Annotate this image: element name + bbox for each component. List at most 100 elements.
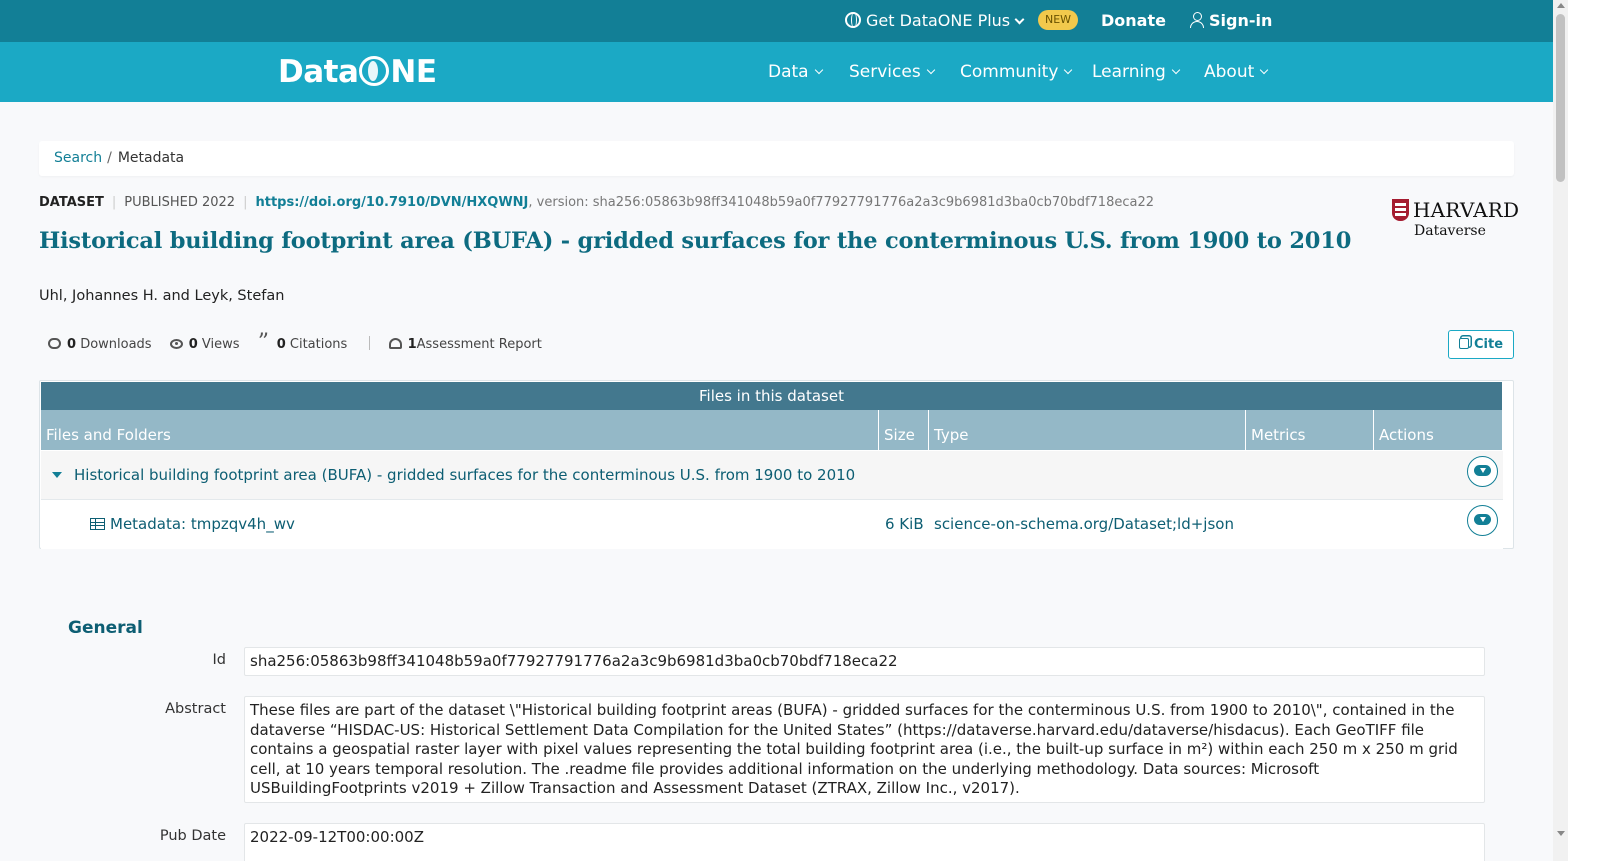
views-metric[interactable]: 0 Views <box>169 337 240 352</box>
logo-text-left: Data <box>278 54 359 90</box>
file-name-cell[interactable]: Metadata: tmpzqv4h_wv <box>90 500 295 549</box>
doi-link[interactable]: https://doi.org/10.7910/DVN/HXQWNJ <box>255 195 528 210</box>
harvard-dataverse-logo[interactable]: HARVARD Dataverse <box>1392 198 1520 241</box>
plus-label: Get DataONE Plus <box>866 11 1011 30</box>
chevron-down-icon <box>1014 14 1025 25</box>
scroll-down-arrow-icon[interactable] <box>1557 831 1565 836</box>
file-size: 6 KiB <box>885 515 924 533</box>
caret-down-icon[interactable] <box>52 472 62 478</box>
column-header-files: Files and Folders <box>41 410 879 450</box>
dataset-title: Historical building footprint area (BUFA… <box>39 228 1352 254</box>
assessment-label: Assessment Report <box>416 337 542 352</box>
donate-link[interactable]: Donate <box>1101 0 1166 42</box>
sign-in-label: Sign-in <box>1209 11 1273 30</box>
published-year: PUBLISHED 2022 <box>124 195 236 210</box>
nav-about-label: About <box>1204 62 1255 82</box>
chevron-down-icon <box>814 65 823 75</box>
column-header-type: Type <box>929 410 1246 450</box>
id-label: Id <box>212 652 226 668</box>
breadcrumb: Search / Metadata <box>39 141 1514 176</box>
repository-name: HARVARD <box>1413 198 1520 222</box>
page: Get DataONE Plus NEW Donate Sign-in Data… <box>0 0 1600 861</box>
table-icon <box>90 518 105 530</box>
get-dataone-plus-menu[interactable]: Get DataONE Plus <box>845 0 1025 42</box>
version-id: sha256:05863b98ff341048b59a0f77927791776… <box>592 195 1155 210</box>
repository-sub: Dataverse <box>1414 223 1486 239</box>
metrics-divider <box>369 336 371 350</box>
meta-divider: | <box>111 195 117 210</box>
column-header-actions: Actions <box>1374 410 1502 450</box>
chevron-down-icon <box>926 65 935 75</box>
id-value: sha256:05863b98ff341048b59a0f77927791776… <box>244 647 1485 676</box>
eye-icon <box>169 339 183 349</box>
downloads-count: 0 <box>67 337 77 352</box>
column-header-metrics: Metrics <box>1246 410 1374 450</box>
nav-community[interactable]: Community <box>960 42 1073 102</box>
breadcrumb-current: Metadata <box>117 150 185 166</box>
cite-button[interactable]: Cite <box>1448 330 1514 359</box>
quote-icon <box>258 330 271 355</box>
gauge-icon <box>388 338 402 349</box>
citations-metric[interactable]: 0 Citations <box>258 330 348 355</box>
main-navbar: Data NE Data Services Community Learning … <box>0 42 1553 102</box>
cloud-download-icon <box>48 338 61 349</box>
nav-services-label: Services <box>849 62 921 82</box>
files-table: Files in this dataset Files and Folders … <box>39 380 1514 549</box>
nav-learning[interactable]: Learning <box>1092 42 1181 102</box>
copy-icon <box>1458 338 1469 349</box>
views-count: 0 <box>188 337 198 352</box>
download-package-button[interactable] <box>1467 456 1498 487</box>
citations-label: Citations <box>289 337 348 352</box>
globe-icon <box>845 12 861 28</box>
nav-about[interactable]: About <box>1204 42 1269 102</box>
dataone-logo[interactable]: Data NE <box>278 52 437 92</box>
column-header-size: Size <box>879 410 929 450</box>
assessment-count: 1 <box>407 337 417 352</box>
general-heading: General <box>68 618 143 638</box>
chevron-down-icon <box>1064 65 1073 75</box>
dataset-authors: Uhl, Johannes H. and Leyk, Stefan <box>39 288 285 304</box>
new-badge: NEW <box>1038 10 1079 30</box>
dataset-type: DATASET <box>39 195 104 210</box>
files-table-title: Files in this dataset <box>41 382 1502 410</box>
page-scrollbar[interactable] <box>1553 0 1568 861</box>
downloads-metric[interactable]: 0 Downloads <box>48 337 152 352</box>
version-prefix: , version: <box>528 195 593 210</box>
nav-services[interactable]: Services <box>849 42 935 102</box>
cite-label: Cite <box>1473 337 1504 352</box>
assessment-report-link[interactable]: 1Assessment Report <box>388 337 542 352</box>
harvard-shield-icon <box>1392 199 1409 221</box>
views-label: Views <box>201 337 240 352</box>
sign-in-link[interactable]: Sign-in <box>1190 0 1272 42</box>
chevron-down-icon <box>1260 65 1269 75</box>
utility-bar: Get DataONE Plus NEW Donate Sign-in <box>0 0 1553 42</box>
downloads-label: Downloads <box>80 337 152 352</box>
meta-divider: | <box>243 195 248 210</box>
scrollbar-thumb[interactable] <box>1556 14 1565 182</box>
download-file-button[interactable] <box>1467 505 1498 536</box>
dataset-meta-line: DATASET | PUBLISHED 2022 | https://doi.org/1… <box>39 195 1154 211</box>
logo-text-right: NE <box>390 54 437 90</box>
metrics-bar: 0 Downloads 0 Views 0 Citations 1Assessm… <box>48 330 556 355</box>
abstract-value: These files are part of the dataset \"Hi… <box>244 696 1485 803</box>
nav-data[interactable]: Data <box>768 42 823 102</box>
logo-globe-icon <box>359 56 390 86</box>
file-name: Metadata: tmpzqv4h_wv <box>110 515 295 533</box>
file-type: science-on-schema.org/Dataset;ld+json <box>934 515 1234 533</box>
user-icon <box>1190 12 1204 28</box>
breadcrumb-search-link[interactable]: Search <box>54 150 102 166</box>
pubdate-value: 2022-09-12T00:00:00Z <box>244 823 1485 861</box>
nav-data-label: Data <box>768 62 809 82</box>
scroll-up-arrow-icon[interactable] <box>1557 3 1565 8</box>
citations-count: 0 <box>276 337 286 352</box>
package-name[interactable]: Historical building footprint area (BUFA… <box>74 451 855 500</box>
nav-community-label: Community <box>960 62 1059 82</box>
table-row-package: Historical building footprint area (BUFA… <box>41 451 1503 500</box>
pubdate-label: Pub Date <box>159 828 226 844</box>
nav-learning-label: Learning <box>1092 62 1166 82</box>
abstract-label: Abstract <box>165 701 226 717</box>
chevron-down-icon <box>1171 65 1181 75</box>
breadcrumb-separator: / <box>107 150 112 166</box>
window-margin <box>1568 0 1600 861</box>
table-row: Metadata: tmpzqv4h_wv 6 KiB science-on-s… <box>41 500 1503 549</box>
